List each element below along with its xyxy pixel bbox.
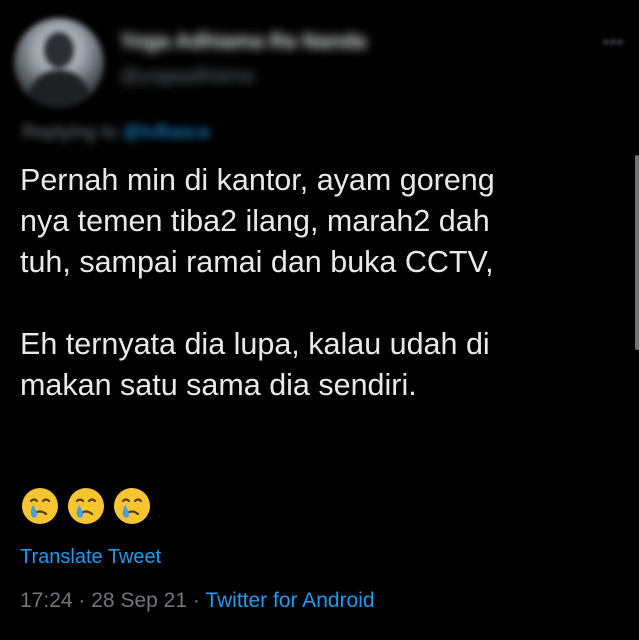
more-options-icon[interactable] — [603, 32, 623, 52]
avatar-head-shape — [44, 32, 74, 68]
tweet-source-link[interactable]: Twitter for Android — [205, 589, 374, 612]
replying-to: Replying to @tvBasca — [22, 122, 209, 144]
tweet-text-line: nya temen tiba2 ilang, marah2 dah — [20, 204, 490, 238]
author-handle[interactable]: @yogaadhiama — [120, 66, 253, 88]
tweet-text-line: Pernah min di kantor, ayam goreng — [20, 163, 495, 197]
tweet-text-line: tuh, sampai ramai dan buka CCTV, — [20, 245, 494, 279]
author-display-name[interactable]: Yoga Adhiama Ra Nanda — [120, 30, 366, 54]
replying-mention[interactable]: @tvBasca — [122, 122, 209, 143]
tweet-text: Pernah min di kantor, ayam goreng nya te… — [20, 160, 610, 406]
tweet-detail: Yoga Adhiama Ra Nanda @yogaadhiama Reply… — [0, 0, 639, 640]
avatar[interactable] — [14, 18, 104, 108]
tweet-time[interactable]: 17:24 — [20, 589, 73, 612]
tweet-meta: 17:24 · 28 Sep 21 · Twitter for Android — [20, 589, 375, 613]
crying-face-icon — [22, 488, 58, 524]
tweet-text-line: Eh ternyata dia lupa, kalau udah di — [20, 327, 490, 361]
emoji-row — [20, 486, 152, 528]
avatar-body-shape — [28, 70, 90, 108]
meta-separator: · — [78, 589, 86, 612]
translate-tweet-link[interactable]: Translate Tweet — [20, 546, 161, 569]
crying-face-icon — [114, 488, 150, 524]
meta-separator: · — [192, 589, 200, 612]
tweet-text-line: makan satu sama dia sendiri. — [20, 368, 417, 402]
replying-prefix: Replying to — [22, 122, 118, 143]
scrollbar[interactable] — [635, 155, 639, 350]
tweet-date[interactable]: 28 Sep 21 — [91, 589, 187, 612]
crying-face-icon — [68, 488, 104, 524]
